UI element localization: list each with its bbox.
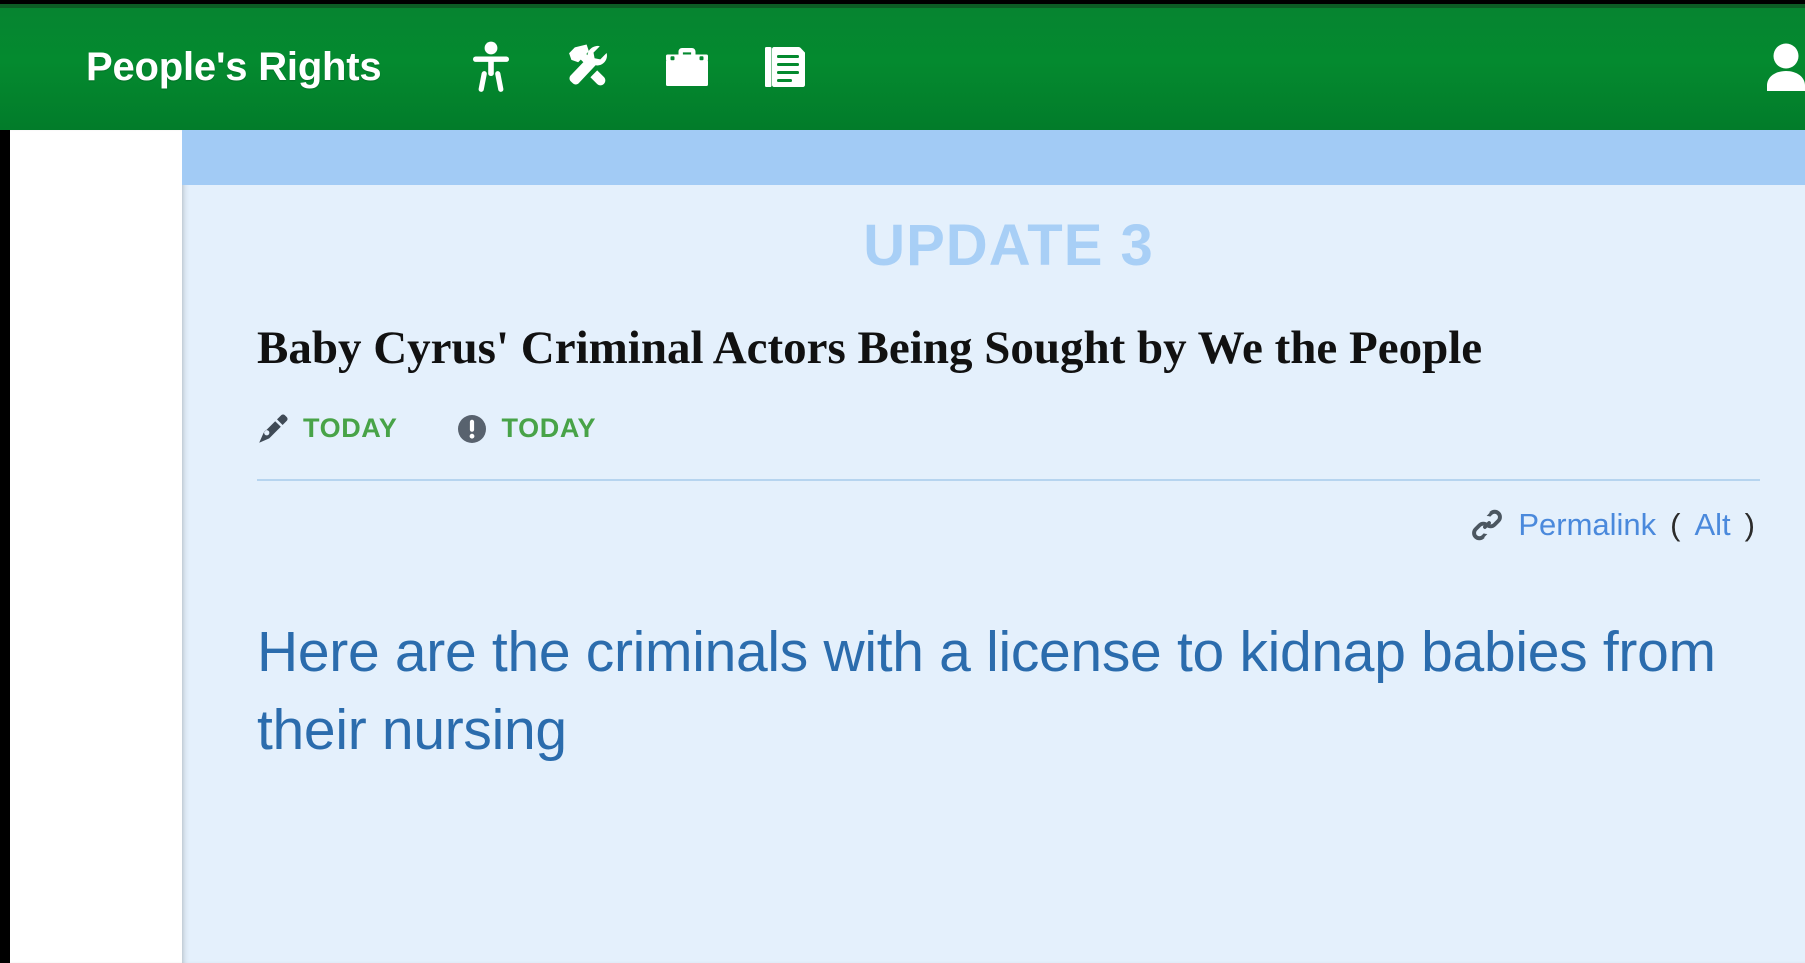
article-divider: [257, 478, 1760, 481]
meta-label-alert: TODAY: [501, 413, 597, 444]
nav-item-add-user[interactable]: [1767, 39, 1805, 95]
nav-item-toolbox[interactable]: [662, 39, 712, 95]
content-top-strip: [182, 130, 1805, 185]
update-article: UPDATE 3 Baby Cyrus' Criminal Actors Bei…: [182, 185, 1805, 963]
content-area: UPDATE 3 Baby Cyrus' Criminal Actors Bei…: [182, 130, 1805, 963]
article-headline: Baby Cyrus' Criminal Actors Being Sought…: [257, 322, 1483, 374]
exclamation-circle-icon: [456, 413, 488, 445]
article-body-text: Here are the criminals with a license to…: [257, 619, 1716, 763]
update-label: UPDATE 3: [863, 213, 1154, 278]
brand-title[interactable]: People's Rights: [86, 45, 382, 90]
nav-item-accessibility[interactable]: [466, 39, 516, 95]
pen-nib-icon: [257, 413, 289, 445]
tools-icon: [565, 43, 613, 91]
meta-item-alert[interactable]: TODAY: [456, 413, 597, 445]
permalink-alt-link[interactable]: Alt: [1694, 507, 1730, 543]
add-user-icon: [1764, 41, 1805, 93]
permalink-link[interactable]: Permalink: [1518, 507, 1656, 543]
article-meta-row: TODAY TODAY: [257, 413, 1760, 445]
header-nav: [466, 39, 810, 95]
meta-label-authored: TODAY: [303, 413, 398, 444]
nav-item-tools[interactable]: [564, 39, 614, 95]
nav-item-notes[interactable]: [760, 39, 810, 95]
header-top-edge: [0, 4, 1805, 8]
page-body: UPDATE 3 Baby Cyrus' Criminal Actors Bei…: [10, 130, 1805, 963]
permalink-open-paren: (: [1670, 506, 1681, 542]
permalink-row: Permalink ( Alt): [257, 507, 1760, 543]
link-icon: [1470, 508, 1504, 542]
permalink-close-paren: ): [1744, 506, 1755, 542]
accessibility-icon: [471, 41, 511, 93]
app-header: People's Rights: [0, 4, 1805, 130]
header-right-actions: [1767, 39, 1805, 95]
meta-item-authored[interactable]: TODAY: [257, 413, 398, 445]
notes-icon: [763, 43, 807, 91]
toolbox-icon: [664, 44, 710, 90]
